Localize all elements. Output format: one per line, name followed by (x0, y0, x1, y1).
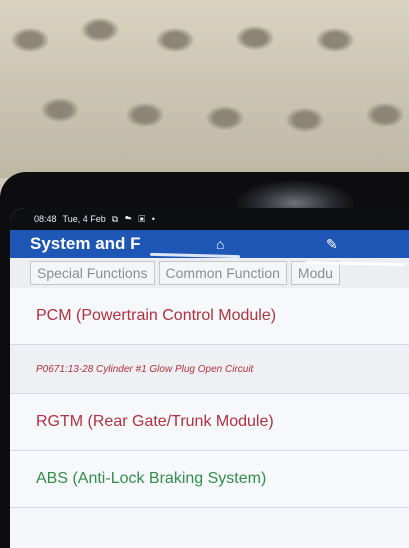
dtc-label: P0671:13-28 Cylinder #1 Glow Plug Open C… (36, 363, 254, 375)
status-icons: ⧉ ☁ ▣ • (112, 214, 157, 225)
status-bar: 08:48 Tue, 4 Feb ⧉ ☁ ▣ • (10, 208, 409, 230)
list-item-label: ABS (Anti-Lock Braking System) (36, 470, 267, 487)
home-icon[interactable]: ⌂ (216, 236, 224, 252)
module-list: PCM (Powertrain Control Module) P0671:13… (10, 288, 409, 508)
dtc-item[interactable]: P0671:13-28 Cylinder #1 Glow Plug Open C… (10, 345, 409, 394)
list-item-abs[interactable]: ABS (Anti-Lock Braking System) (10, 451, 409, 508)
list-item-rgtm[interactable]: RGTM (Rear Gate/Trunk Module) (10, 394, 409, 451)
page-title: System and F (30, 234, 141, 253)
tab-common-function[interactable]: Common Function (158, 261, 287, 285)
gallery-icon: ▣ (138, 213, 148, 224)
status-date: Tue, 4 Feb (62, 214, 106, 224)
edit-report-icon[interactable]: ✎ (326, 236, 338, 253)
list-item-pcm[interactable]: PCM (Powertrain Control Module) (10, 288, 409, 345)
background-surface (0, 0, 409, 178)
vibrate-icon: ⧉ (111, 213, 121, 224)
tab-modules[interactable]: Modu (290, 261, 340, 285)
list-item-label: RGTM (Rear Gate/Trunk Module) (36, 413, 274, 430)
dot-icon: • (151, 213, 157, 224)
phone-screen: 08:48 Tue, 4 Feb ⧉ ☁ ▣ • System and F ⌂ … (10, 208, 409, 548)
list-item-label: PCM (Powertrain Control Module) (36, 307, 277, 324)
cloud-icon: ☁ (124, 213, 134, 224)
tab-special-functions[interactable]: Special Functions (30, 261, 155, 285)
status-time: 08:48 (34, 214, 57, 224)
